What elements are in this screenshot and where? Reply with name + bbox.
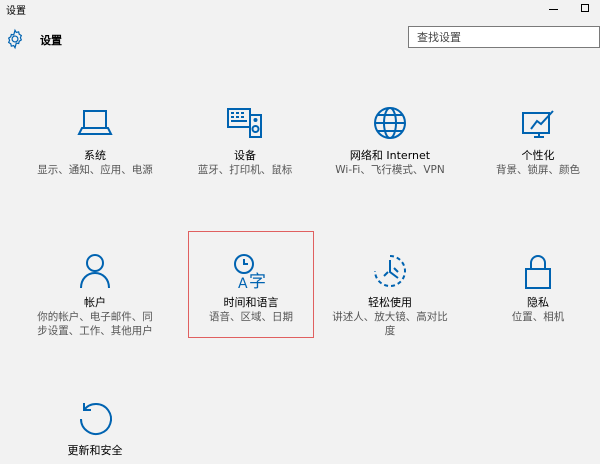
devices-icon [227, 108, 262, 138]
tile-label: 帐户 [84, 296, 106, 309]
tile-system[interactable]: 系统 显示、通知、应用、电源 [30, 103, 160, 177]
tile-label: 隐私 [527, 296, 549, 309]
tile-time-language[interactable]: A 字 时间和语言 语音、区域、日期 [186, 250, 316, 324]
personalization-icon [522, 110, 554, 138]
ease-of-access-icon [374, 255, 406, 287]
minimize-icon [548, 8, 558, 10]
tile-label: 更新和安全 [67, 444, 123, 457]
tile-accounts[interactable]: 帐户 你的帐户、电子邮件、同步设置、工作、其他用户 [30, 250, 160, 338]
gear-icon [7, 28, 23, 50]
maximize-button[interactable] [570, 0, 600, 16]
tile-privacy[interactable]: 隐私 位置、相机 [473, 250, 600, 324]
tile-label: 个性化 [521, 149, 555, 162]
tile-label: 设备 [234, 149, 256, 162]
globe-icon [374, 107, 406, 139]
maximize-icon [581, 4, 589, 12]
tile-desc: Wi-Fi、飞行模式、VPN [335, 164, 445, 176]
tile-desc: 蓝牙、打印机、鼠标 [197, 164, 293, 176]
settings-header: 设置 [0, 24, 600, 54]
tile-desc: 你的帐户、电子邮件、同步设置、工作、其他用户 [37, 311, 153, 337]
tile-label: 系统 [84, 149, 106, 162]
tile-devices[interactable]: 设备 蓝牙、打印机、鼠标 [180, 103, 310, 177]
lock-icon [525, 255, 551, 289]
tile-update-security[interactable]: 更新和安全 [30, 398, 160, 458]
window-title: 设置 [6, 6, 26, 17]
title-bar: 设置 [0, 0, 600, 18]
tile-personalization[interactable]: 个性化 背景、锁屏、颜色 [473, 103, 600, 177]
tile-desc: 位置、相机 [511, 311, 565, 323]
tile-desc: 语音、区域、日期 [209, 311, 293, 323]
tile-label: 轻松使用 [368, 296, 412, 309]
search-input[interactable] [408, 26, 600, 48]
update-icon [80, 403, 112, 435]
tile-desc: 显示、通知、应用、电源 [37, 164, 153, 176]
tile-label: 时间和语言 [223, 296, 279, 309]
tile-ease-of-access[interactable]: 轻松使用 讲述人、放大镜、高对比度 [325, 250, 455, 338]
laptop-icon [77, 110, 113, 135]
tile-network[interactable]: 网络和 Internet Wi-Fi、飞行模式、VPN [325, 103, 455, 177]
time-language-icon: A 字 [234, 254, 266, 292]
tile-label: 网络和 Internet [349, 149, 431, 162]
page-title: 设置 [40, 34, 62, 47]
svg-text:A: A [238, 276, 248, 292]
person-icon [80, 254, 110, 289]
tile-desc: 背景、锁屏、颜色 [496, 164, 580, 176]
tile-desc: 讲述人、放大镜、高对比度 [332, 311, 448, 337]
minimize-button[interactable] [538, 0, 568, 16]
svg-text:字: 字 [249, 272, 266, 292]
